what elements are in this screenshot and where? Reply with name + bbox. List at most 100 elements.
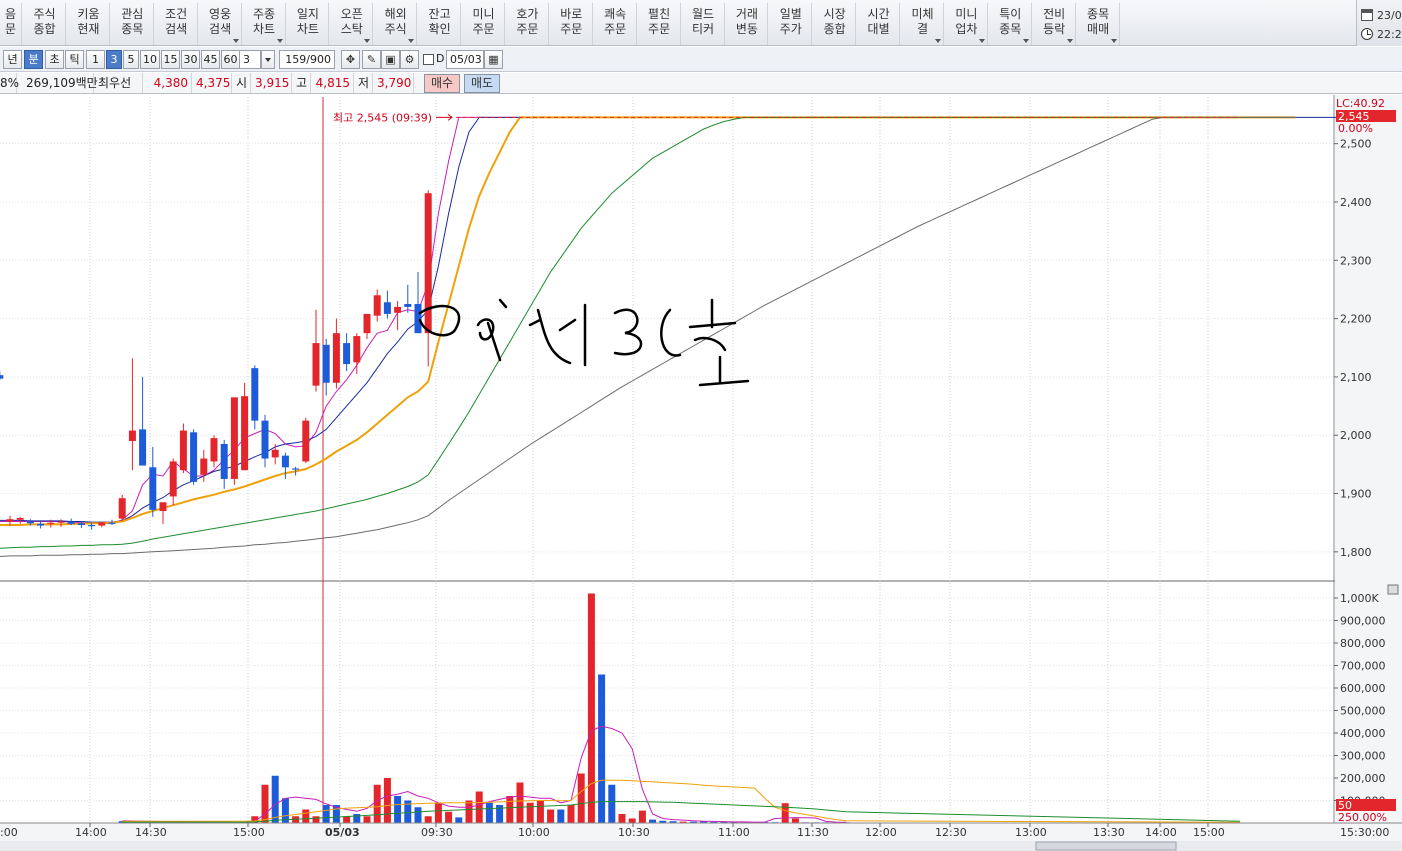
interval-button-45[interactable]: 45 bbox=[201, 50, 220, 69]
volume-bar bbox=[363, 816, 371, 823]
volume-tick-label: 900,000 bbox=[1340, 615, 1386, 628]
period-tick-button[interactable]: 틱 bbox=[65, 50, 84, 69]
menu-item-0[interactable]: 음문 bbox=[0, 3, 22, 45]
custom-interval-input[interactable]: 3 bbox=[239, 50, 261, 69]
crosshair-tool-icon[interactable]: ✥ bbox=[341, 50, 360, 69]
menu-item-label-top: 관심 bbox=[121, 7, 144, 21]
menu-item-label-bottom: 매매 bbox=[1087, 22, 1110, 36]
menu-item-16[interactable]: 월드 티커 bbox=[683, 3, 725, 45]
menu-item-label-top: 해외 bbox=[384, 7, 407, 21]
menu-item-label-bottom: 검색 bbox=[165, 22, 188, 36]
interval-button-1[interactable]: 1 bbox=[86, 50, 105, 69]
menu-item-3[interactable]: 관심 종목 bbox=[112, 3, 154, 45]
interval-button-5[interactable]: 5 bbox=[123, 50, 139, 69]
menu-item-13[interactable]: 바로 주문 bbox=[551, 3, 593, 45]
buy-button[interactable]: 매수 bbox=[424, 74, 460, 93]
time-tick-label: 05/03 bbox=[325, 826, 360, 839]
volume-bar bbox=[577, 773, 585, 823]
menu-item-label-top: 거래 bbox=[735, 7, 758, 21]
interval-button-60[interactable]: 60 bbox=[221, 50, 240, 69]
period-minute-button[interactable]: 분 bbox=[24, 50, 43, 69]
menu-item-label-top: 잔고 bbox=[428, 7, 451, 21]
horizontal-scrollbar bbox=[0, 841, 1402, 851]
volume-ma-line-vma20 bbox=[122, 779, 1241, 823]
count-input[interactable]: 159/900 bbox=[279, 50, 335, 69]
menu-item-10[interactable]: 잔고 확인 bbox=[419, 3, 462, 45]
candle-body bbox=[77, 523, 85, 526]
interval-button-30[interactable]: 30 bbox=[181, 50, 200, 69]
menu-item-label-bottom: 문 bbox=[4, 22, 17, 36]
menu-item-12[interactable]: 호가 주문 bbox=[507, 3, 549, 45]
menu-item-4[interactable]: 조건 검색 bbox=[156, 3, 198, 45]
candle-body bbox=[281, 455, 289, 468]
date-input[interactable]: 05/03 bbox=[446, 50, 484, 69]
menu-item-23[interactable]: 특이 종목 bbox=[990, 3, 1032, 45]
candle-body bbox=[47, 522, 55, 524]
menu-item-8[interactable]: 오픈 스탁 bbox=[331, 3, 374, 45]
date-checkbox[interactable] bbox=[423, 54, 434, 65]
period-year-button[interactable]: 년 bbox=[3, 50, 22, 69]
draw-tool-icon[interactable]: ✎ bbox=[362, 50, 381, 69]
candle-body bbox=[373, 295, 381, 316]
menu-item-22[interactable]: 미니 업차 bbox=[946, 3, 988, 45]
menu-item-14[interactable]: 쾌속 주문 bbox=[595, 3, 637, 45]
close-panel-icon bbox=[1387, 584, 1399, 595]
chart-canvas[interactable]: 2,500 2,400 2,300 2,200 2,100 2,000 1,900 1,800… bbox=[0, 95, 1402, 851]
menu-item-15[interactable]: 펼친 주문 bbox=[639, 3, 681, 45]
menu-item-label-bottom: 확인 bbox=[428, 22, 451, 36]
volume-bar bbox=[302, 809, 310, 823]
time-row: 22:2 bbox=[1361, 26, 1402, 42]
menu-item-7[interactable]: 일지 차트 bbox=[287, 3, 330, 45]
menu-item-label-top: 종목 bbox=[1087, 7, 1110, 21]
menu-item-20[interactable]: 시간 대별 bbox=[858, 3, 901, 45]
dropdown-arrow-icon bbox=[978, 39, 985, 43]
volume-bar bbox=[618, 814, 626, 823]
time-axis-panel bbox=[0, 823, 1402, 841]
volume-tick-label: 600,000 bbox=[1340, 682, 1386, 695]
price-tick-label: 2,500 bbox=[1340, 138, 1372, 151]
volume-bar bbox=[608, 784, 616, 823]
date-row: 23/0 bbox=[1361, 7, 1402, 23]
menu-item-21[interactable]: 미체 결 bbox=[902, 3, 944, 45]
custom-interval-dropdown[interactable] bbox=[261, 50, 275, 69]
menu-item-label-top: 월드 bbox=[691, 7, 715, 21]
save-icon[interactable]: ▣ bbox=[381, 50, 400, 69]
menu-item-label-bottom: 업차 bbox=[955, 22, 978, 36]
candle-body bbox=[88, 525, 96, 527]
time-tick-label: 10:30 bbox=[618, 826, 650, 839]
menu-item-5[interactable]: 영웅 검색 bbox=[200, 3, 242, 45]
menu-item-18[interactable]: 일별 주가 bbox=[770, 3, 813, 45]
menu-item-1[interactable]: 주식 종합 bbox=[24, 3, 66, 45]
candle-body bbox=[241, 396, 249, 471]
menu-item-label-bottom: 주가 bbox=[779, 22, 802, 36]
calendar-picker-icon[interactable]: ▦ bbox=[484, 50, 503, 69]
volume-bar bbox=[445, 811, 453, 823]
period-second-button[interactable]: 초 bbox=[45, 50, 64, 69]
menu-item-25[interactable]: 종목 매매 bbox=[1078, 3, 1120, 45]
menu-item-9[interactable]: 해외 주식 bbox=[375, 3, 418, 45]
menu-item-2[interactable]: 키움 현재 bbox=[68, 3, 110, 45]
menu-item-11[interactable]: 미니 주문 bbox=[463, 3, 505, 45]
volume-tick-label: 1,000K bbox=[1340, 592, 1379, 605]
candle-body bbox=[6, 519, 14, 522]
volume-tick-label: 700,000 bbox=[1340, 660, 1386, 673]
candle-body bbox=[26, 521, 34, 524]
menu-item-19[interactable]: 시장 종합 bbox=[814, 3, 857, 45]
volume-bar bbox=[312, 816, 320, 823]
menu-item-17[interactable]: 거래 변동 bbox=[726, 3, 769, 45]
menu-item-24[interactable]: 전비 등락 bbox=[1034, 3, 1076, 45]
scrollbar-thumb bbox=[1035, 841, 1177, 851]
menu-item-label-bottom: 종합 bbox=[823, 22, 846, 36]
settings-gear-icon[interactable]: ⚙ bbox=[400, 50, 419, 69]
volume-bar bbox=[506, 796, 514, 823]
interval-button-15[interactable]: 15 bbox=[161, 50, 180, 69]
interval-button-10[interactable]: 10 bbox=[140, 50, 160, 69]
time-tick-label: 10:00 bbox=[518, 826, 550, 839]
interval-button-3[interactable]: 3 bbox=[106, 50, 122, 69]
candle-body bbox=[98, 522, 106, 526]
menu-item-6[interactable]: 주종 차트 bbox=[244, 3, 286, 45]
stock-chart[interactable]: 2,500 2,400 2,300 2,200 2,100 2,000 1,900 1,800… bbox=[0, 95, 1402, 851]
best-priority-label: 최우선 bbox=[95, 73, 143, 93]
volume-bar bbox=[598, 674, 606, 823]
sell-button[interactable]: 매도 bbox=[464, 74, 500, 93]
